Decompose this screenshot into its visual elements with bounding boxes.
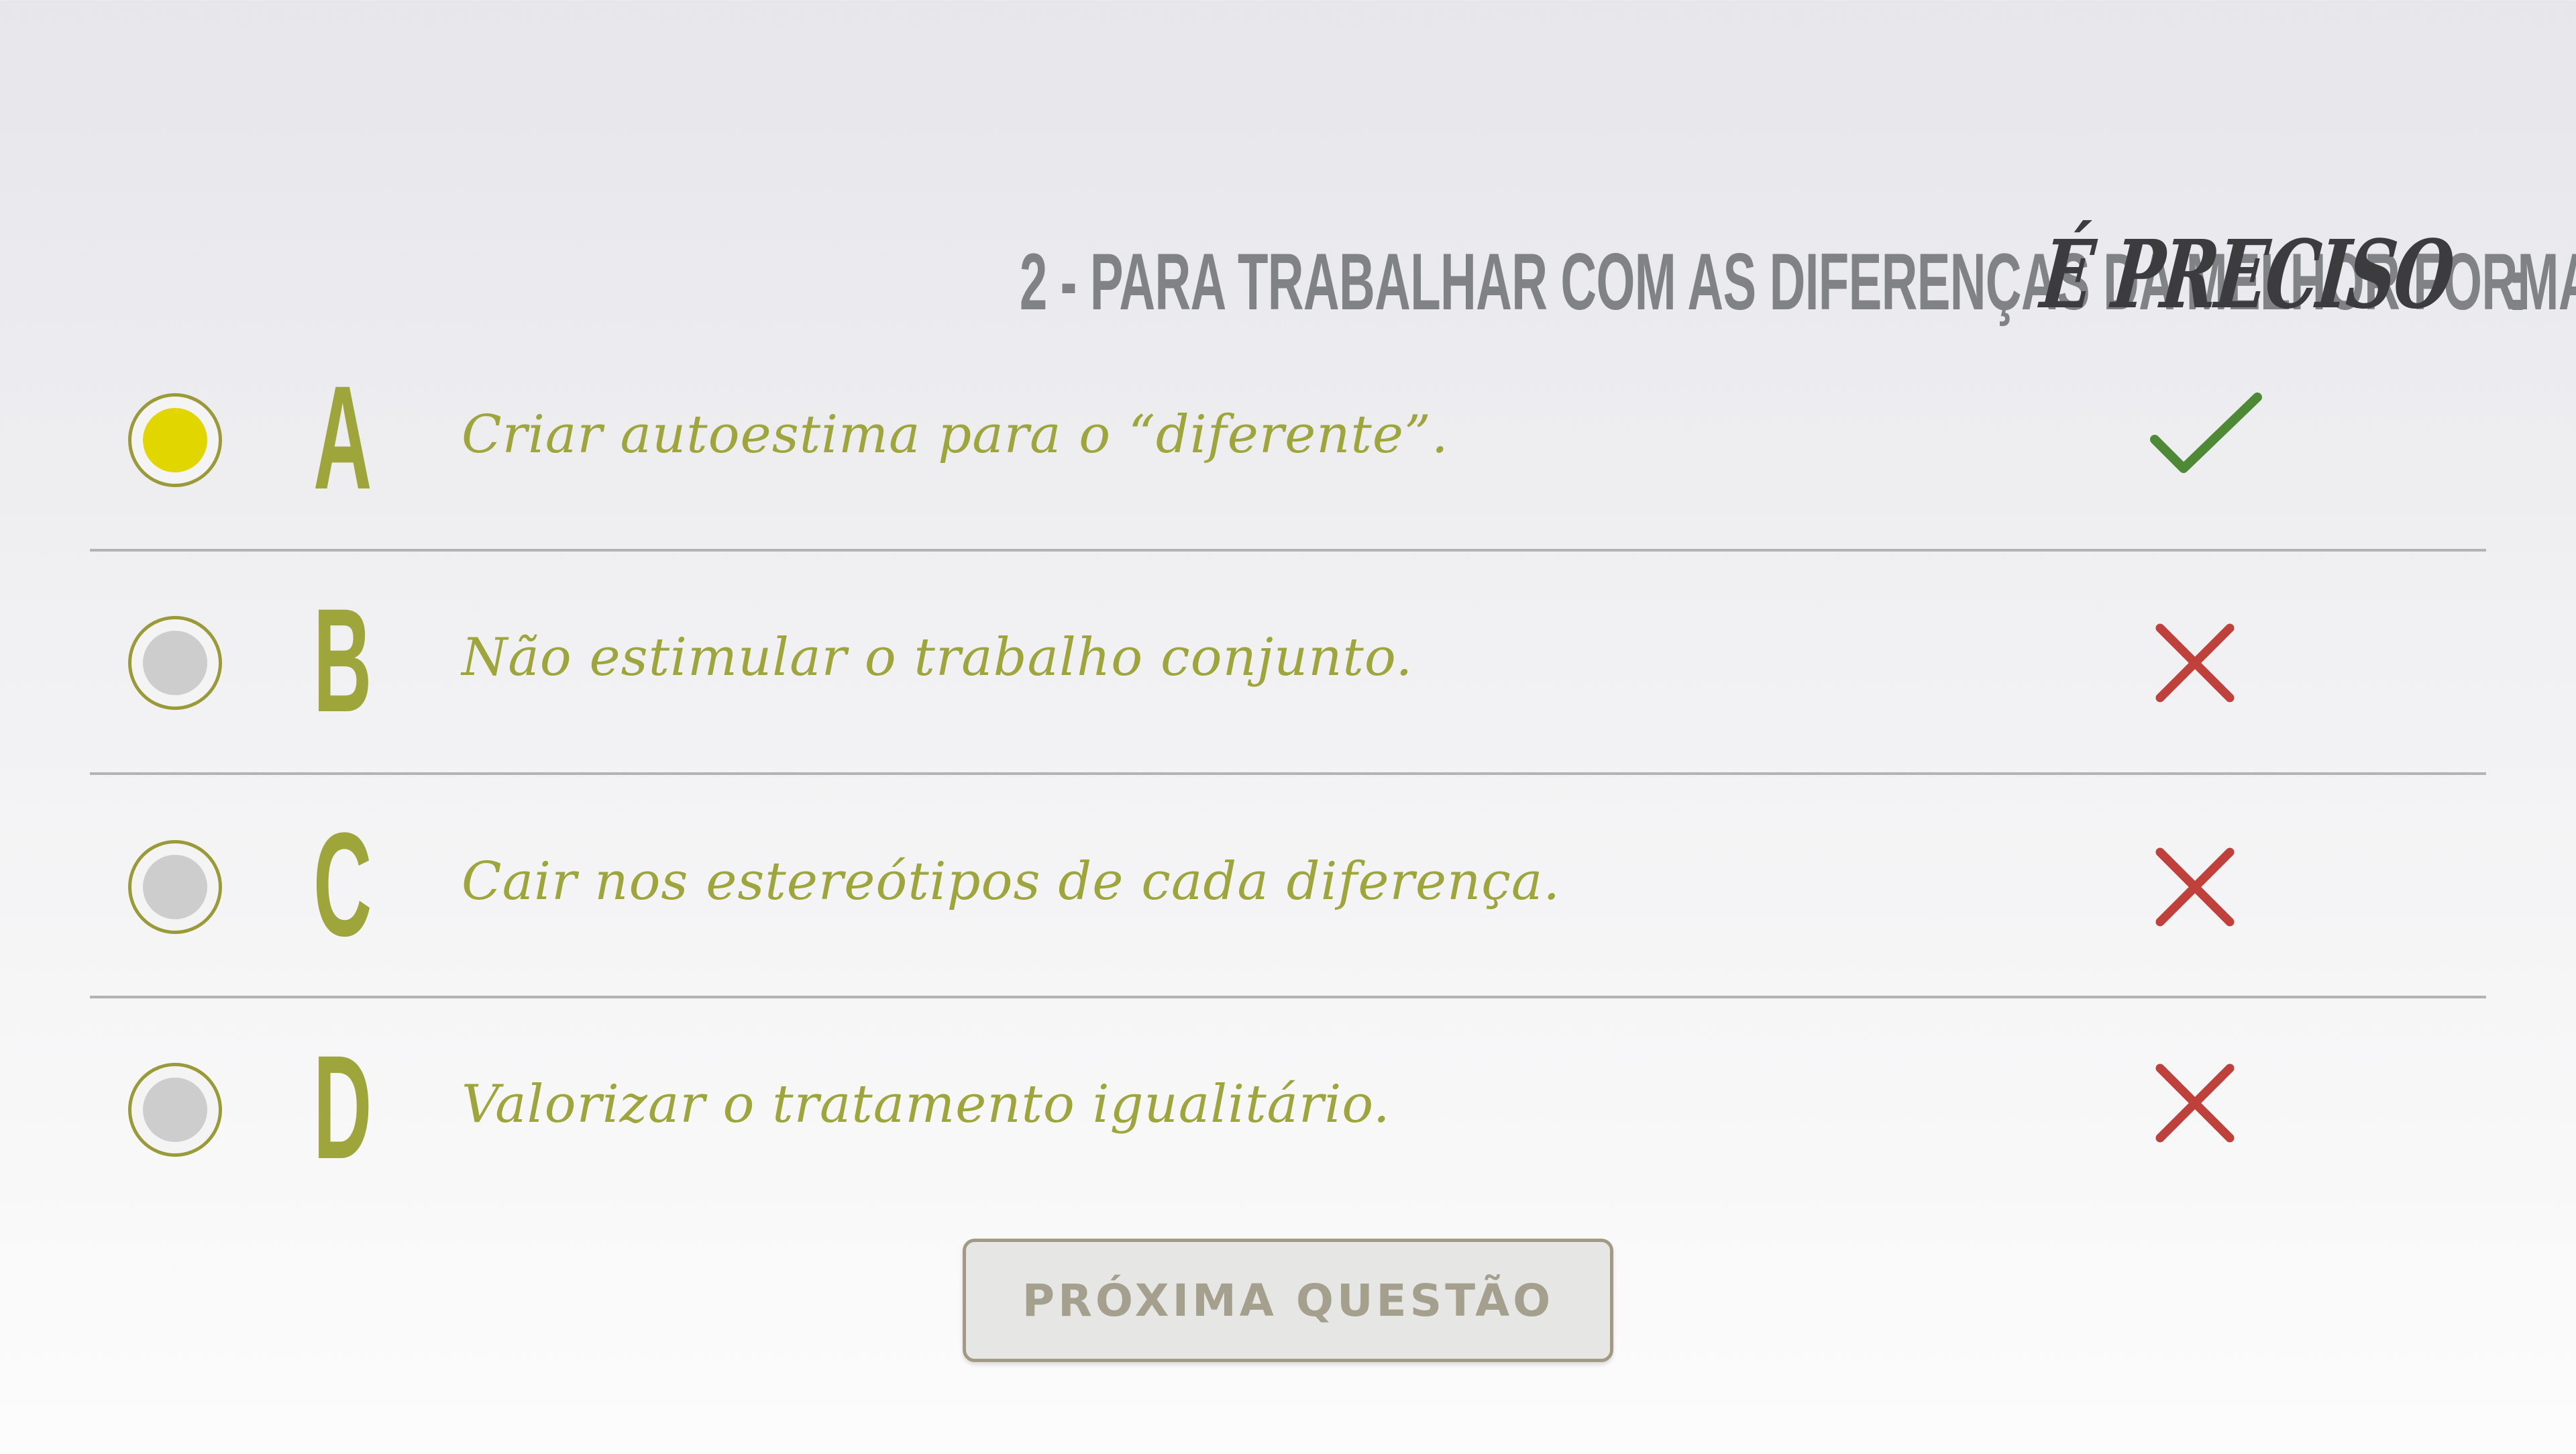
radio-dot bbox=[143, 631, 207, 695]
option-c[interactable]: C Cair nos estereótipos de cada diferenç… bbox=[0, 776, 2576, 998]
option-b-radio[interactable] bbox=[128, 616, 222, 710]
question-emphasis: É PRECISO bbox=[2036, 220, 2457, 330]
option-d-radio[interactable] bbox=[128, 1063, 222, 1157]
option-c-text: Cair nos estereótipos de cada diferença. bbox=[462, 851, 1561, 912]
question-title: 2 - PARA TRABALHAR COM AS DIFERENÇAS DA … bbox=[0, 188, 2576, 330]
option-c-letter: C bbox=[313, 802, 372, 967]
divider bbox=[90, 772, 2486, 775]
option-d[interactable]: D Valorizar o tratamento igualitário. bbox=[0, 998, 2576, 1221]
option-b-text: Não estimular o trabalho conjunto. bbox=[462, 627, 1413, 688]
option-a[interactable]: A Criar autoestima para o “diferente”. bbox=[0, 329, 2576, 552]
option-a-letter: A bbox=[313, 355, 372, 520]
option-c-radio[interactable] bbox=[128, 840, 222, 934]
next-question-label: PRÓXIMA QUESTÃO bbox=[1022, 1274, 1554, 1327]
radio-dot-selected bbox=[143, 408, 207, 472]
option-b[interactable]: B Não estimular o trabalho conjunto. bbox=[0, 552, 2576, 774]
next-question-button[interactable]: PRÓXIMA QUESTÃO bbox=[963, 1239, 1613, 1362]
check-icon bbox=[2150, 393, 2262, 473]
radio-dot bbox=[143, 1078, 207, 1142]
x-icon bbox=[2155, 623, 2235, 703]
option-a-radio[interactable] bbox=[128, 393, 222, 487]
x-icon bbox=[2155, 1063, 2235, 1143]
option-d-text: Valorizar o tratamento igualitário. bbox=[462, 1074, 1391, 1135]
radio-dot bbox=[143, 855, 207, 919]
option-a-text: Criar autoestima para o “diferente”. bbox=[462, 405, 1449, 465]
option-b-letter: B bbox=[313, 578, 372, 743]
option-d-letter: D bbox=[313, 1025, 372, 1190]
x-icon bbox=[2155, 847, 2235, 927]
